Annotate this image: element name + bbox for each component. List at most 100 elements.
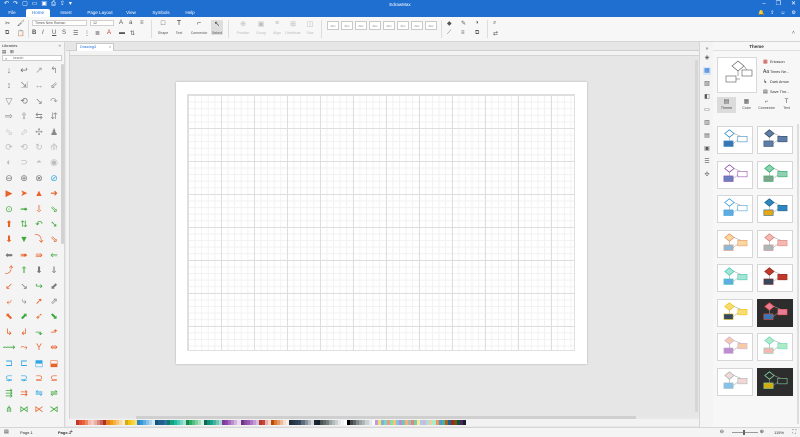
position-button[interactable]: ⊕ Position — [235, 20, 251, 35]
library-shape[interactable]: ⇛ — [33, 249, 45, 261]
library-shape[interactable]: ⬒ — [33, 357, 45, 369]
library-shape[interactable]: ↔ — [33, 79, 45, 91]
library-shape[interactable]: ⋈ — [18, 403, 30, 415]
theme-option[interactable] — [757, 229, 793, 258]
connector-tool-button[interactable]: ⌐ Connector — [190, 20, 208, 35]
zoom-slider[interactable] — [732, 430, 758, 435]
cut-icon[interactable]: ✂ — [5, 20, 10, 27]
library-shape[interactable]: ↳ — [3, 326, 15, 338]
library-shape[interactable]: ⬊ — [48, 310, 60, 322]
find-icon[interactable]: ⌕ — [493, 20, 496, 27]
library-shape[interactable]: ⋊ — [48, 403, 60, 415]
library-shape[interactable]: ▶ — [3, 187, 15, 199]
library-shape[interactable]: ↙ — [3, 280, 15, 292]
theme-option[interactable] — [757, 160, 793, 189]
theme-action-font-set[interactable]: ▦ Ericsson — [763, 59, 785, 65]
color-swatch[interactable] — [462, 420, 466, 425]
align-button[interactable]: ≡ Align — [270, 20, 284, 35]
tab-home[interactable]: Home — [26, 9, 50, 17]
expand-panel-icon[interactable]: » — [703, 45, 711, 53]
library-shape[interactable]: ⇋ — [33, 387, 45, 399]
library-shape[interactable]: ⤴ — [3, 264, 15, 276]
library-shape[interactable]: ➜ — [48, 187, 60, 199]
style-preset-2[interactable]: Abc — [341, 21, 353, 30]
bold-icon[interactable]: B — [32, 30, 36, 36]
settings-icon[interactable]: ⚙ — [792, 10, 796, 16]
strikethrough-icon[interactable]: S — [62, 30, 66, 36]
library-shape[interactable]: ➚ — [33, 295, 45, 307]
fill-color-icon[interactable]: ◆ — [447, 20, 452, 27]
library-shape[interactable]: ⟲ — [18, 95, 30, 107]
library-shape[interactable]: ⇌ — [48, 387, 60, 399]
shadow-icon[interactable]: ◑ — [475, 20, 479, 26]
library-shape[interactable]: ➤ — [18, 187, 30, 199]
library-menu-icon[interactable]: ▤ — [2, 48, 6, 55]
library-shape[interactable]: ⇵ — [48, 110, 60, 122]
style-preset-5[interactable]: Abc — [383, 21, 395, 30]
library-shape[interactable]: ⇲ — [18, 79, 30, 91]
library-shape[interactable]: ⇉ — [18, 387, 30, 399]
library-shape[interactable]: ⇘ — [48, 233, 60, 245]
library-shape[interactable]: ◐ — [3, 156, 15, 168]
maximize-icon[interactable]: ❐ — [776, 0, 781, 9]
theme-option[interactable] — [717, 367, 753, 396]
theme-option[interactable] — [717, 195, 753, 223]
library-shape[interactable]: ➠ — [18, 249, 30, 261]
theme-option[interactable] — [757, 298, 793, 327]
close-tab-icon[interactable]: × — [109, 44, 111, 51]
theme-option[interactable] — [757, 333, 793, 361]
theme-option[interactable] — [717, 160, 753, 189]
tab-insert[interactable]: Insert — [56, 9, 76, 17]
library-shape[interactable]: ▼ — [18, 233, 30, 245]
library-shape[interactable]: ↘ — [18, 280, 30, 292]
minimize-icon[interactable]: – — [762, 0, 765, 9]
canvas-workspace[interactable] — [70, 56, 699, 417]
shape-tool-button[interactable]: □ Shape — [157, 20, 169, 35]
theme-option[interactable] — [757, 126, 793, 154]
group-button[interactable]: ▣ Group — [254, 20, 268, 35]
theme-option[interactable] — [717, 264, 753, 292]
add-page-button[interactable]: + — [70, 429, 73, 435]
library-search-input[interactable]: search — [13, 56, 24, 60]
library-shape[interactable]: ⊋ — [18, 372, 30, 384]
theme-tab-text[interactable]: T Text — [777, 97, 796, 113]
expand-icon[interactable]: ✣ — [703, 171, 711, 179]
font-family-select[interactable]: Times New Roman — [32, 20, 87, 26]
theme-option[interactable] — [717, 126, 753, 154]
library-shape[interactable]: Y — [33, 341, 45, 353]
theme-panel-scrollbar[interactable] — [797, 124, 799, 424]
library-shape[interactable]: ⟿ — [3, 341, 16, 353]
font-size-select[interactable]: 12 — [90, 20, 114, 26]
library-shape[interactable]: ⬎ — [33, 326, 45, 338]
text-direction-icon[interactable]: ⇅ — [130, 30, 135, 37]
drawing-page[interactable] — [176, 82, 587, 364]
library-shape[interactable]: ⊕ — [18, 172, 30, 184]
library-shape[interactable]: ⇆ — [33, 110, 45, 122]
theme-option[interactable] — [717, 333, 753, 361]
line-weight-icon[interactable]: ≡ — [461, 30, 465, 36]
library-search-box[interactable]: ⌕ search — [2, 55, 62, 61]
history-icon[interactable]: ▣ — [703, 145, 711, 153]
library-add-icon[interactable]: ⊞ — [10, 48, 14, 55]
library-shape[interactable]: ⬅ — [3, 249, 15, 261]
library-shape[interactable]: ⬈ — [18, 310, 30, 322]
page-icon[interactable]: ▭ — [703, 106, 711, 114]
numbering-icon[interactable]: ⋮ — [84, 30, 90, 37]
library-shape[interactable]: ⊆ — [48, 372, 60, 384]
library-shape[interactable]: ↕ — [3, 79, 15, 91]
library-shape[interactable]: ↲ — [18, 326, 30, 338]
library-shape[interactable]: ↷ — [48, 95, 60, 107]
library-shape[interactable]: ⟲ — [18, 141, 30, 153]
user-icon[interactable]: ☺ — [780, 10, 785, 16]
library-shape[interactable]: ➶ — [33, 310, 45, 322]
library-shape[interactable]: ⊇ — [33, 372, 45, 384]
theme-option[interactable] — [757, 195, 793, 223]
increase-font-icon[interactable]: A — [119, 20, 123, 26]
library-shape[interactable]: ➘ — [48, 218, 60, 230]
theme-option[interactable] — [717, 229, 753, 258]
theme-option[interactable] — [717, 298, 753, 327]
tab-view[interactable]: View — [123, 9, 139, 17]
library-shape[interactable]: ⤶ — [3, 295, 15, 307]
library-shape[interactable]: ⇧ — [18, 110, 30, 122]
page-grid[interactable] — [187, 94, 575, 351]
